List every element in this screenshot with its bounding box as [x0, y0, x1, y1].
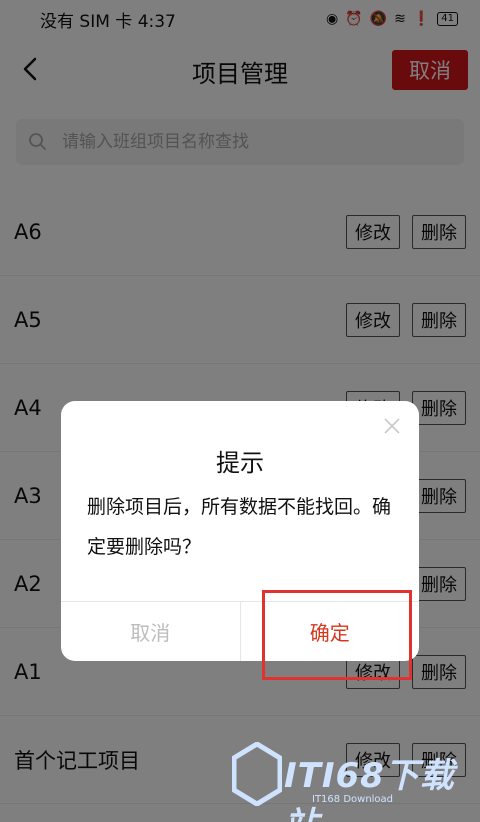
- watermark-text: ITI68下载站: [284, 756, 455, 822]
- close-icon[interactable]: [383, 417, 401, 435]
- watermark: ITI68下载站 IT168 Download: [232, 740, 472, 822]
- dialog-title: 提示: [216, 449, 264, 477]
- highlight-box: [262, 590, 412, 680]
- dialog-cancel-button[interactable]: 取消: [61, 602, 241, 661]
- watermark-subtext: IT168 Download: [312, 794, 394, 805]
- watermark-logo-icon: [232, 742, 282, 806]
- dialog-message: 删除项目后，所有数据不能找回。确定要删除吗？: [87, 496, 392, 558]
